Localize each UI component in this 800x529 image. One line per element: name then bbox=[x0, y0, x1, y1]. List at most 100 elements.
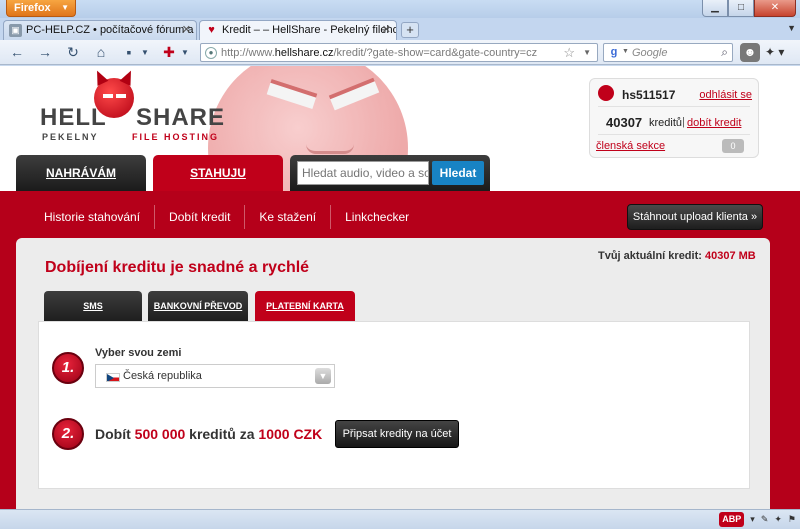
maximize-button[interactable]: □ bbox=[728, 0, 754, 17]
home-icon[interactable]: ⌂ bbox=[90, 43, 112, 62]
logo-eye bbox=[103, 94, 113, 98]
country-label: Vyber svou zemi bbox=[95, 347, 182, 359]
chevron-down-icon[interactable]: ▼ bbox=[180, 43, 190, 62]
add-credit-button[interactable]: Připsat kredity na účet bbox=[335, 420, 459, 448]
site-identity-icon[interactable]: ● bbox=[205, 47, 217, 59]
chevron-down-icon[interactable]: ▼ bbox=[140, 43, 150, 62]
window-controls: ▁ □ ✕ bbox=[702, 0, 796, 17]
selected-country: Česká republika bbox=[123, 370, 202, 382]
firefox-menu-button[interactable]: Firefox ▼ bbox=[6, 0, 76, 17]
credit-count: 40307 bbox=[606, 115, 643, 130]
current-credit: Tvůj aktuální kredit: 40307 MB bbox=[598, 250, 756, 262]
topup-text-b: kreditů za bbox=[189, 426, 255, 442]
address-bar[interactable]: ● http://www.hellshare.cz/kredit/?gate-s… bbox=[200, 43, 598, 62]
tab-download[interactable]: STAHUJU bbox=[153, 155, 283, 191]
pchelp-favicon-icon: ▣ bbox=[9, 24, 22, 37]
navigation-toolbar: ← → ↻ ⌂ ▪ ▼ ✚ ▼ ● http://www.hellshare.c… bbox=[0, 40, 800, 65]
username: hs511517 bbox=[622, 88, 676, 102]
title-bar: Firefox ▼ ▁ □ ✕ bbox=[0, 0, 800, 18]
site-search-input[interactable] bbox=[297, 161, 429, 185]
new-tab-button[interactable]: + bbox=[401, 22, 419, 38]
browser-tab-title: Kredit – – HellShare - Pekelný filehosti… bbox=[222, 24, 397, 36]
subnav-download-history[interactable]: Historie stahování bbox=[30, 205, 156, 229]
subnav-buy-credit[interactable]: Dobít kredit bbox=[155, 205, 246, 229]
search-placeholder: Google bbox=[632, 47, 668, 59]
close-window-button[interactable]: ✕ bbox=[754, 0, 796, 17]
subnav-downloads[interactable]: Ke stažení bbox=[245, 205, 332, 229]
logo-word-left: HELL bbox=[40, 104, 107, 131]
payment-tab-card[interactable]: PLATEBNÍ KARTA bbox=[255, 291, 355, 321]
chevron-down-icon[interactable]: ▼ bbox=[315, 368, 331, 384]
pencil-icon[interactable]: ✎ bbox=[761, 512, 769, 527]
list-all-tabs-icon[interactable]: ▼ bbox=[787, 23, 796, 33]
adblock-icon[interactable]: ABP bbox=[719, 512, 745, 527]
tab-upload[interactable]: NAHRÁVÁM bbox=[16, 155, 146, 191]
firefox-menu-label: Firefox bbox=[14, 2, 51, 14]
back-arrow-icon[interactable]: ← bbox=[6, 43, 28, 62]
addon-status-icon[interactable]: ✦ bbox=[774, 512, 782, 527]
browser-tab-pchelp[interactable]: ▣ PC-HELP.CZ • počítačové fórum a pc... … bbox=[3, 20, 197, 40]
save-icon[interactable]: ▪ bbox=[118, 43, 140, 62]
browser-tab-title: PC-HELP.CZ • počítačové fórum a pc... bbox=[26, 24, 196, 36]
site-search-button[interactable]: Hledat bbox=[432, 161, 484, 185]
payment-tab-bank-transfer[interactable]: BANKOVNÍ PŘEVOD bbox=[148, 291, 248, 321]
hellshare-favicon-icon: ♥ bbox=[208, 24, 215, 36]
site-search-box: Hledat bbox=[290, 155, 490, 191]
addon-plus-icon[interactable]: ✚ bbox=[158, 43, 180, 62]
country-select[interactable]: Česká republika ▼ bbox=[95, 364, 335, 388]
user-box: hs511517 odhlásit se 40307 kreditů | dob… bbox=[589, 78, 759, 158]
divider bbox=[598, 106, 750, 107]
member-section-link[interactable]: členská sekce bbox=[596, 140, 665, 152]
page-title: Dobíjení kreditu je snadné a rychlé bbox=[45, 259, 310, 276]
payment-tab-sms[interactable]: SMS bbox=[44, 291, 142, 321]
status-bar-icons: ABP ▾ ✎ ✦ ⚑ bbox=[719, 512, 796, 527]
payment-form-card: 1. Vyber svou zemi Česká republika ▼ 2. … bbox=[38, 321, 750, 489]
page-viewport: HELL SHARE PEKELNY FILE HOSTING hs511517… bbox=[0, 66, 800, 509]
logo-word-right: SHARE bbox=[136, 104, 226, 131]
browser-tab-hellshare[interactable]: ♥ Kredit – – HellShare - Pekelný filehos… bbox=[199, 20, 397, 40]
google-engine-icon[interactable]: g bbox=[607, 46, 621, 60]
messages-badge[interactable]: 0 bbox=[722, 139, 744, 153]
red-content-band: Historie stahování Dobít kredit Ke staže… bbox=[0, 191, 800, 509]
url-history-dropdown-icon[interactable]: ▼ bbox=[583, 48, 591, 57]
step-1-badge: 1. bbox=[52, 352, 84, 384]
addon-robot-icon[interactable]: ☻ bbox=[740, 43, 760, 62]
hellshare-logo[interactable]: HELL SHARE PEKELNY FILE HOSTING bbox=[36, 76, 226, 142]
divider bbox=[598, 134, 750, 135]
addon-menu-icon[interactable]: ✦ ▾ bbox=[765, 43, 791, 62]
mascot-eye bbox=[328, 77, 380, 111]
chevron-down-icon[interactable]: ▼ bbox=[622, 48, 629, 55]
search-icon[interactable]: ⌕ bbox=[721, 45, 728, 60]
topup-amount: 500 000 bbox=[134, 426, 186, 442]
topup-summary: Dobít 500 000 kreditů za 1000 CZK bbox=[95, 426, 322, 442]
flag-status-icon[interactable]: ⚑ bbox=[788, 512, 796, 527]
buy-credit-link[interactable]: dobít kredit bbox=[687, 117, 741, 129]
separator: | bbox=[682, 116, 685, 128]
status-bar: ABP ▾ ✎ ✦ ⚑ bbox=[0, 509, 800, 529]
forward-arrow-icon[interactable]: → bbox=[34, 43, 56, 62]
chevron-down-icon[interactable]: ▾ bbox=[750, 512, 755, 527]
credit-label: kreditů bbox=[649, 117, 683, 129]
step-2-badge: 2. bbox=[52, 418, 84, 450]
mascot-mouth bbox=[306, 144, 354, 154]
sub-navigation: Historie stahování Dobít kredit Ke staže… bbox=[30, 204, 423, 230]
reload-icon[interactable]: ↻ bbox=[62, 43, 84, 62]
close-tab-icon[interactable]: ✕ bbox=[382, 21, 391, 40]
logo-tagline-right: FILE HOSTING bbox=[132, 132, 219, 142]
browser-search-input[interactable]: g ▼ Google ⌕ bbox=[603, 43, 733, 62]
czech-flag-icon bbox=[106, 373, 120, 382]
logout-link[interactable]: odhlásit se bbox=[699, 89, 752, 101]
logo-tagline-left: PEKELNY bbox=[42, 132, 99, 142]
minimize-button[interactable]: ▁ bbox=[702, 0, 728, 17]
address-url[interactable]: http://www.hellshare.cz/kredit/?gate-sho… bbox=[221, 47, 537, 59]
close-tab-icon[interactable]: ✕ bbox=[182, 21, 191, 40]
devil-avatar-icon bbox=[598, 85, 614, 101]
current-credit-label: Tvůj aktuální kredit: bbox=[598, 250, 702, 262]
chevron-down-icon: ▼ bbox=[61, 3, 69, 12]
bookmark-star-icon[interactable]: ☆ bbox=[563, 45, 575, 61]
subnav-linkchecker[interactable]: Linkchecker bbox=[331, 205, 423, 229]
logo-eye bbox=[116, 94, 126, 98]
tab-bar: ▣ PC-HELP.CZ • počítačové fórum a pc... … bbox=[0, 18, 800, 40]
download-upload-client-button[interactable]: Stáhnout upload klienta » bbox=[627, 204, 763, 230]
topup-price: 1000 CZK bbox=[258, 426, 323, 442]
